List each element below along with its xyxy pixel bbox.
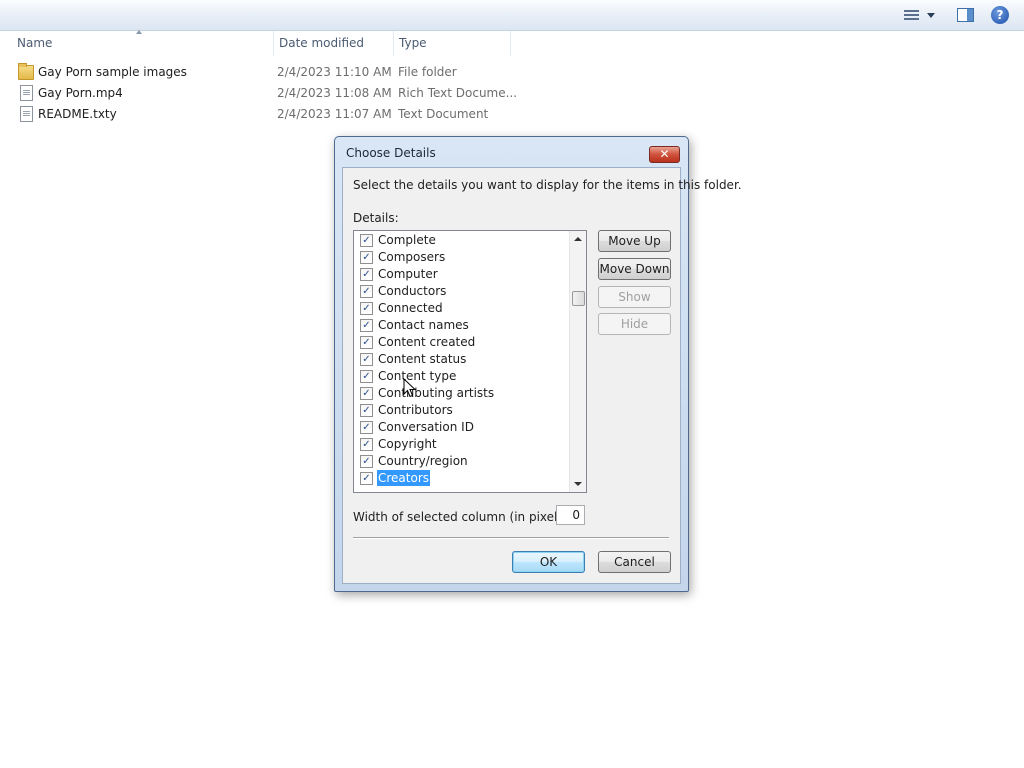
details-list-item[interactable]: ✓ Composers <box>354 248 568 265</box>
cancel-button[interactable]: Cancel <box>598 551 671 573</box>
details-list-item[interactable]: ✓ Contact names <box>354 316 568 333</box>
details-item-label: Computer <box>378 267 438 281</box>
details-item-label: Country/region <box>378 454 468 468</box>
details-list-item[interactable]: ✓ Conductors <box>354 282 568 299</box>
file-type: Text Document <box>398 107 489 121</box>
checkbox[interactable]: ✓ <box>360 234 373 247</box>
file-row[interactable]: README.txty 2/4/2023 11:07 AM Text Docum… <box>12 104 512 125</box>
mouse-pointer-icon <box>403 378 417 398</box>
details-list-item[interactable]: ✓ Computer <box>354 265 568 282</box>
checkbox[interactable]: ✓ <box>360 387 373 400</box>
hide-button[interactable]: Hide <box>598 313 671 335</box>
file-name: Gay Porn sample images <box>38 65 187 79</box>
details-item-label: Contributors <box>378 403 453 417</box>
details-list-item[interactable]: ✓ Conversation ID <box>354 418 568 435</box>
move-up-button[interactable]: Move Up <box>598 230 671 252</box>
change-view-button[interactable] <box>900 5 938 25</box>
column-header-type[interactable]: Type <box>393 31 511 56</box>
details-list-item[interactable]: ✓ Contributors <box>354 401 568 418</box>
column-width-label: Width of selected column (in pixels): <box>353 510 573 524</box>
details-item-label: Connected <box>378 301 443 315</box>
preview-pane-button[interactable] <box>955 5 975 25</box>
checkbox[interactable]: ✓ <box>360 472 373 485</box>
file-type: File folder <box>398 65 457 79</box>
command-bar: ? <box>0 0 1024 31</box>
help-button[interactable]: ? <box>990 5 1010 25</box>
preview-pane-icon <box>956 8 974 22</box>
details-item-label: Composers <box>378 250 446 264</box>
choose-details-dialog: Choose Details ✕ Select the details you … <box>334 136 742 592</box>
details-list-item[interactable]: ✓ Copyright <box>354 435 568 452</box>
file-name: README.txty <box>38 107 117 121</box>
column-header-date-modified[interactable]: Date modified <box>273 31 391 56</box>
dialog-title: Choose Details <box>346 146 436 160</box>
views-icon <box>903 9 919 21</box>
close-icon: ✕ <box>659 147 670 161</box>
details-list-item[interactable]: ✓ Content created <box>354 333 568 350</box>
checkbox[interactable]: ✓ <box>360 336 373 349</box>
details-item-label: Content status <box>378 352 467 366</box>
help-icon: ? <box>991 6 1009 24</box>
checkbox[interactable]: ✓ <box>360 251 373 264</box>
details-list-item[interactable]: ✓ Complete <box>354 231 568 248</box>
checkbox[interactable]: ✓ <box>360 370 373 383</box>
details-item-label: Conductors <box>378 284 447 298</box>
checkbox[interactable]: ✓ <box>360 268 373 281</box>
details-list-item[interactable]: ✓ Content status <box>354 350 568 367</box>
folder-icon <box>18 63 34 80</box>
checkbox[interactable]: ✓ <box>360 285 373 298</box>
file-date-modified: 2/4/2023 11:10 AM <box>277 65 392 79</box>
move-down-button[interactable]: Move Down <box>598 258 671 280</box>
column-width-input[interactable]: 0 <box>556 505 585 525</box>
file-row[interactable]: Gay Porn.mp4 2/4/2023 11:08 AM Rich Text… <box>12 83 517 104</box>
details-item-label: Complete <box>378 233 436 247</box>
file-date-modified: 2/4/2023 11:08 AM <box>277 86 392 100</box>
details-list-item[interactable]: ✓ Connected <box>354 299 568 316</box>
scrollbar-thumb[interactable] <box>572 291 585 306</box>
details-list-item[interactable]: ✓ Content type <box>354 367 568 384</box>
scroll-down-icon[interactable] <box>574 482 582 486</box>
chevron-down-icon[interactable] <box>926 12 935 18</box>
file-row[interactable]: Gay Porn sample images 2/4/2023 11:10 AM… <box>12 62 512 83</box>
file-date-modified: 2/4/2023 11:07 AM <box>277 107 392 121</box>
details-list-item-selected[interactable]: ✓ Creators <box>354 469 568 486</box>
close-button[interactable]: ✕ <box>649 146 680 163</box>
details-item-label: Contact names <box>378 318 469 332</box>
details-item-label: Content created <box>378 335 476 349</box>
details-label: Details: <box>353 211 399 225</box>
divider <box>353 537 669 539</box>
details-item-label: Contributing artists <box>378 386 495 400</box>
vertical-scrollbar[interactable] <box>569 231 586 492</box>
ok-button[interactable]: OK <box>512 551 585 573</box>
details-item-label: Creators <box>377 470 431 486</box>
checkbox[interactable]: ✓ <box>360 353 373 366</box>
file-name: Gay Porn.mp4 <box>38 86 123 100</box>
show-button[interactable]: Show <box>598 286 671 308</box>
details-item-label: Content type <box>378 369 457 383</box>
checkbox[interactable]: ✓ <box>360 302 373 315</box>
checkbox[interactable]: ✓ <box>360 438 373 451</box>
details-item-label: Copyright <box>378 437 437 451</box>
document-icon <box>20 106 33 122</box>
column-header-name[interactable]: Name <box>12 31 270 56</box>
details-list-item[interactable]: ✓ Country/region <box>354 452 568 469</box>
checkbox[interactable]: ✓ <box>360 319 373 332</box>
checkbox[interactable]: ✓ <box>360 455 373 468</box>
checkbox[interactable]: ✓ <box>360 421 373 434</box>
details-listbox[interactable]: ✓ Complete ✓ Composers ✓ Computer ✓ Cond… <box>353 230 587 493</box>
checkbox[interactable]: ✓ <box>360 404 373 417</box>
file-type: Rich Text Docume... <box>398 86 518 100</box>
details-list-item[interactable]: ✓ Contributing artists <box>354 384 568 401</box>
document-icon <box>20 85 33 101</box>
details-item-label: Conversation ID <box>378 420 474 434</box>
dialog-body: Select the details you want to display f… <box>342 167 742 584</box>
dialog-instructions: Select the details you want to display f… <box>353 178 742 192</box>
scroll-up-icon[interactable] <box>574 237 582 241</box>
